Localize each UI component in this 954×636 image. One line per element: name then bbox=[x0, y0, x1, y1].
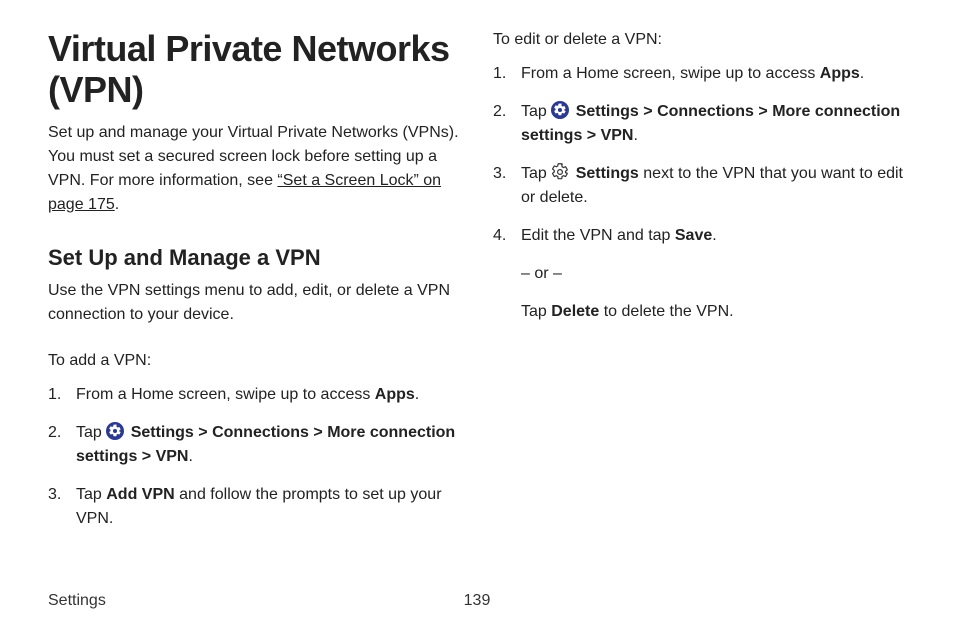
step-3: Tap Settings next to the VPN that you wa… bbox=[493, 162, 906, 210]
page-number: 139 bbox=[464, 592, 491, 610]
save-label: Save bbox=[675, 227, 712, 244]
step-1: From a Home screen, swipe up to access A… bbox=[48, 383, 461, 407]
left-column: Virtual Private Networks (VPN) Set up an… bbox=[48, 28, 461, 545]
step-text: Edit the VPN and tap bbox=[521, 227, 675, 244]
step-text: . bbox=[860, 65, 864, 82]
apps-label: Apps bbox=[820, 65, 860, 82]
page-title: Virtual Private Networks (VPN) bbox=[48, 28, 461, 111]
or-separator: – or – bbox=[493, 262, 906, 286]
step-text: Tap bbox=[76, 486, 106, 503]
vpn-label: VPN bbox=[601, 127, 634, 144]
step-text: . bbox=[415, 386, 419, 403]
step-text: From a Home screen, swipe up to access bbox=[76, 386, 375, 403]
step-text: Tap bbox=[521, 165, 551, 182]
settings-gear-outline-icon bbox=[551, 163, 569, 181]
breadcrumb-separator: > bbox=[309, 424, 327, 441]
delete-instruction: Tap Delete to delete the VPN. bbox=[493, 300, 906, 324]
add-vpn-label: Add VPN bbox=[106, 486, 174, 503]
step-2: Tap Settings > Connections > More connec… bbox=[48, 421, 461, 469]
settings-gear-filled-icon bbox=[106, 422, 124, 440]
step-text: Tap bbox=[521, 303, 551, 320]
step-1: From a Home screen, swipe up to access A… bbox=[493, 62, 906, 86]
breadcrumb-separator: > bbox=[582, 127, 600, 144]
breadcrumb-separator: > bbox=[639, 103, 657, 120]
breadcrumb-separator: > bbox=[194, 424, 212, 441]
step-text: . bbox=[188, 448, 192, 465]
add-vpn-steps: From a Home screen, swipe up to access A… bbox=[48, 383, 461, 531]
footer-section-label: Settings bbox=[48, 592, 106, 610]
procedure-lead-edit: To edit or delete a VPN: bbox=[493, 28, 906, 52]
apps-label: Apps bbox=[375, 386, 415, 403]
connections-label: Connections bbox=[657, 103, 754, 120]
section-heading: Set Up and Manage a VPN bbox=[48, 245, 461, 271]
section-intro: Use the VPN settings menu to add, edit, … bbox=[48, 279, 461, 327]
intro-paragraph: Set up and manage your Virtual Private N… bbox=[48, 121, 461, 217]
vpn-label: VPN bbox=[156, 448, 189, 465]
step-text: Tap bbox=[76, 424, 106, 441]
step-text: From a Home screen, swipe up to access bbox=[521, 65, 820, 82]
step-3: Tap Add VPN and follow the prompts to se… bbox=[48, 483, 461, 531]
step-2: Tap Settings > Connections > More connec… bbox=[493, 100, 906, 148]
procedure-lead-add: To add a VPN: bbox=[48, 349, 461, 373]
settings-gear-filled-icon bbox=[551, 101, 569, 119]
settings-label: Settings bbox=[131, 424, 194, 441]
step-4: Edit the VPN and tap Save. bbox=[493, 224, 906, 248]
breadcrumb-separator: > bbox=[137, 448, 155, 465]
step-text: . bbox=[633, 127, 637, 144]
connections-label: Connections bbox=[212, 424, 309, 441]
delete-label: Delete bbox=[551, 303, 599, 320]
step-text: Tap bbox=[521, 103, 551, 120]
right-column: To edit or delete a VPN: From a Home scr… bbox=[493, 28, 906, 545]
settings-label: Settings bbox=[576, 165, 639, 182]
step-text: to delete the VPN. bbox=[599, 303, 733, 320]
page-footer: Settings 139 bbox=[48, 592, 906, 610]
intro-text-b: . bbox=[115, 196, 119, 213]
breadcrumb-separator: > bbox=[754, 103, 772, 120]
edit-vpn-steps: From a Home screen, swipe up to access A… bbox=[493, 62, 906, 248]
settings-label: Settings bbox=[576, 103, 639, 120]
step-text: . bbox=[712, 227, 716, 244]
